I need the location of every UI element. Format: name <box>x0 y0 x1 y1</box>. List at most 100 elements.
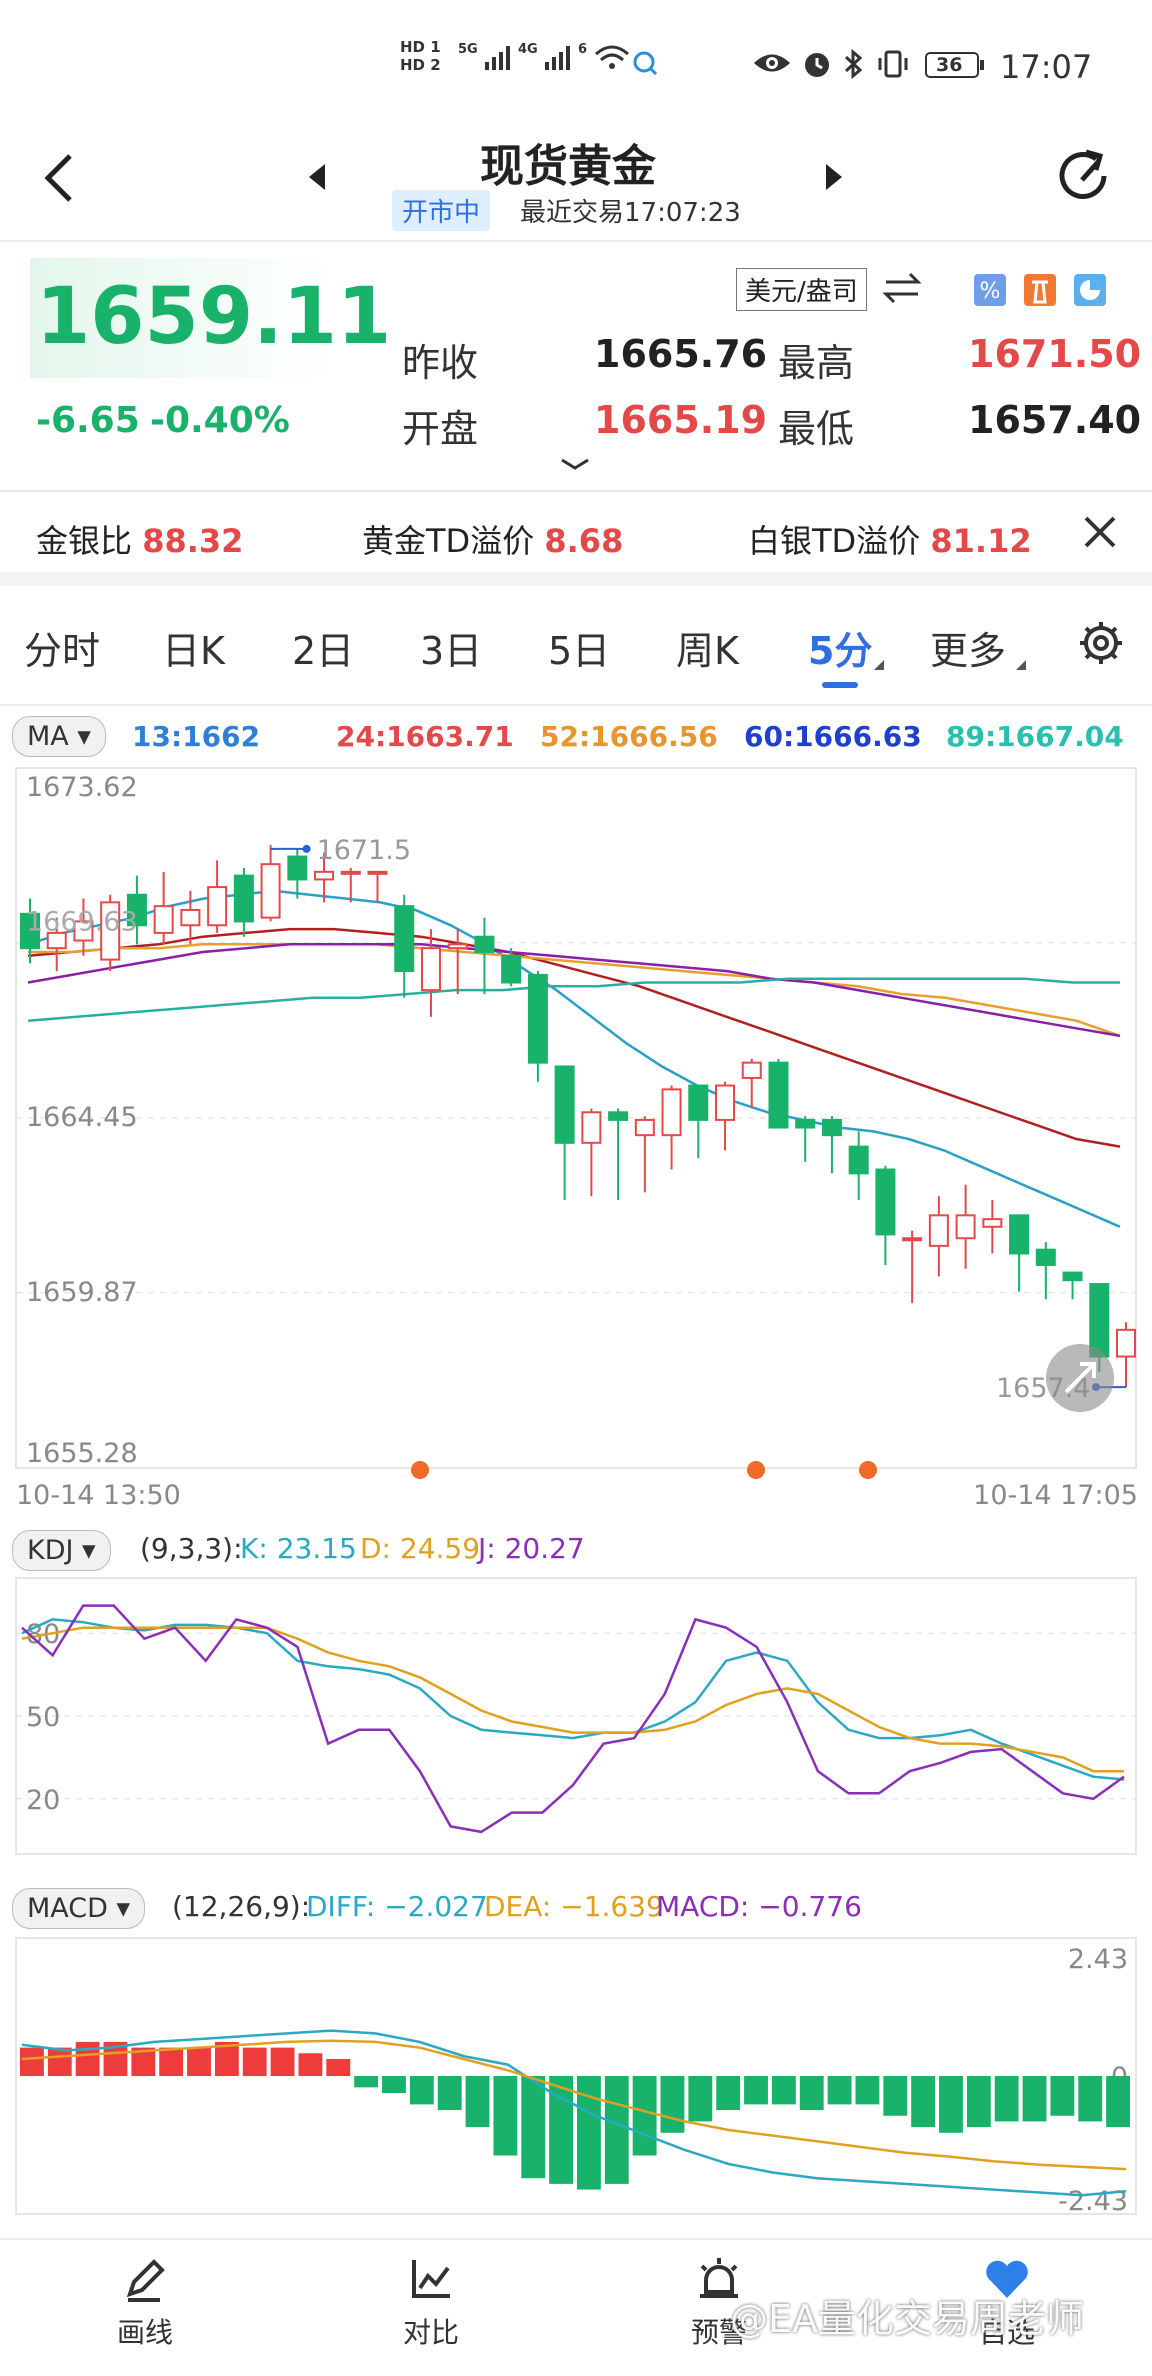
macd-bar <box>465 2076 490 2128</box>
macd-dea-value: DEA: −1.639 <box>484 1890 664 1923</box>
page-title: 现货黄金 <box>480 141 656 192</box>
y-tick-label: 1673.62 <box>26 772 138 803</box>
divider <box>0 490 1152 492</box>
back-button[interactable] <box>40 150 80 210</box>
ma-selector[interactable]: MA ▾ <box>12 716 106 757</box>
nav-compare-label: 对比 <box>402 2316 459 2349</box>
prev-close-label: 昨收 <box>402 341 479 385</box>
y-tick-label: 2.43 <box>1068 1944 1128 1975</box>
y-tick-label: 1659.87 <box>26 1277 138 1308</box>
market-status-badge: 开市中 <box>392 190 491 231</box>
candle <box>688 1084 709 1121</box>
kdj-selector[interactable]: KDJ ▾ <box>12 1530 111 1571</box>
candle <box>1116 1328 1136 1358</box>
macd-bar <box>270 2047 295 2076</box>
tab-1[interactable]: 日K <box>162 620 225 675</box>
high-annotation: 1671.5 <box>317 835 411 866</box>
candle <box>1062 1271 1083 1282</box>
macd-bar <box>883 2076 908 2116</box>
candle <box>608 1111 629 1121</box>
expand-chevron-icon[interactable] <box>558 456 592 476</box>
close-icon[interactable] <box>1080 512 1120 556</box>
macd-bar <box>493 2076 518 2156</box>
macd-bar <box>1050 2076 1075 2116</box>
gold-silver-ratio: 金银比 88.32 <box>36 522 244 560</box>
candle <box>661 1088 682 1137</box>
high-marker-dot <box>302 844 311 853</box>
prev-instrument-button[interactable] <box>305 160 329 198</box>
refresh-icon[interactable] <box>1052 144 1116 212</box>
candle <box>902 1237 923 1242</box>
prev-close-value: 1665.76 <box>594 332 768 376</box>
nav-draw[interactable]: 画线 <box>90 2254 200 2351</box>
ma60-value: 60:1666.63 <box>744 720 922 753</box>
section-gap <box>0 572 1152 586</box>
x-tick-label: 10-14 13:50 <box>16 1480 181 1511</box>
price-change: -6.65 <box>36 400 140 441</box>
low-label: 最低 <box>778 407 855 451</box>
y-tick-label: 50 <box>26 1702 60 1733</box>
macd-bar <box>1022 2076 1047 2122</box>
unit-selector[interactable]: 美元/盎司 <box>736 268 867 311</box>
tab-2[interactable]: 2日 <box>292 620 354 675</box>
gold-td-premium-value: 8.68 <box>544 522 624 560</box>
macd-chart[interactable]: 2.430-2.43 <box>0 1932 1152 2222</box>
tab-3[interactable]: 3日 <box>420 620 482 675</box>
next-instrument-button[interactable] <box>822 160 846 198</box>
mid-annotation: 1669.63 <box>26 906 138 937</box>
tab-7[interactable]: 更多 <box>930 620 1006 675</box>
kdj-chart[interactable]: 805020 <box>0 1572 1152 1862</box>
lighthouse-icon[interactable] <box>1022 272 1058 312</box>
candle <box>314 870 335 881</box>
candle <box>768 1061 789 1129</box>
macd-bar <box>716 2076 741 2111</box>
divider <box>0 704 1152 706</box>
gold-td-premium: 黄金TD溢价 8.68 <box>362 522 624 560</box>
open-value: 1665.19 <box>594 398 768 442</box>
ma24-value: 24:1663.71 <box>336 720 514 753</box>
signal-4g-icon: 4G <box>518 42 577 76</box>
svg-text:%: % <box>980 279 1001 304</box>
nav-compare[interactable]: 对比 <box>376 2254 486 2351</box>
candle <box>554 1065 575 1144</box>
tab-5[interactable]: 周K <box>676 620 739 675</box>
battery-level: 36 <box>936 54 963 76</box>
candle <box>1089 1283 1110 1358</box>
ma-line-13 <box>27 889 1121 1228</box>
macd-bar <box>159 2047 184 2076</box>
candle <box>741 1061 762 1079</box>
settings-gear-icon[interactable] <box>1078 620 1124 670</box>
pie-chart-icon[interactable] <box>1072 272 1108 312</box>
battery-icon: 36 <box>924 50 988 84</box>
macd-bar <box>382 2076 406 2094</box>
candle <box>821 1118 842 1137</box>
nav-draw-label: 画线 <box>116 2316 173 2349</box>
macd-bar <box>827 2076 852 2105</box>
candlestick-chart[interactable]: 1673.621664.451659.871655.281671.51657.4… <box>0 762 1152 1522</box>
candle <box>501 954 522 984</box>
swap-icon[interactable] <box>880 270 924 310</box>
candle <box>260 863 281 919</box>
bluetooth-icon <box>842 48 866 84</box>
tab-0[interactable]: 分时 <box>24 620 100 675</box>
vibrate-icon <box>876 48 910 84</box>
candle <box>394 905 415 973</box>
macd-bar <box>632 2076 657 2156</box>
eye-icon <box>752 50 792 80</box>
macd-bar <box>911 2076 936 2128</box>
candle <box>180 908 201 927</box>
percent-tool-icon[interactable]: % <box>972 272 1008 312</box>
gold-silver-ratio-value: 88.32 <box>142 522 244 560</box>
candle <box>233 874 254 923</box>
ma89-value: 89:1667.04 <box>946 720 1124 753</box>
event-marker <box>859 1461 877 1479</box>
candle <box>1035 1248 1056 1266</box>
macd-bar <box>939 2076 963 2133</box>
macd-selector[interactable]: MACD ▾ <box>12 1888 146 1929</box>
signal-5g-icon: 5G <box>458 42 517 76</box>
candle <box>848 1145 869 1175</box>
tab-4[interactable]: 5日 <box>548 620 610 675</box>
x-tick-label: 10-14 17:05 <box>973 1480 1138 1511</box>
macd-bar <box>1106 2076 1130 2128</box>
tab-6[interactable]: 5分 <box>808 620 872 675</box>
